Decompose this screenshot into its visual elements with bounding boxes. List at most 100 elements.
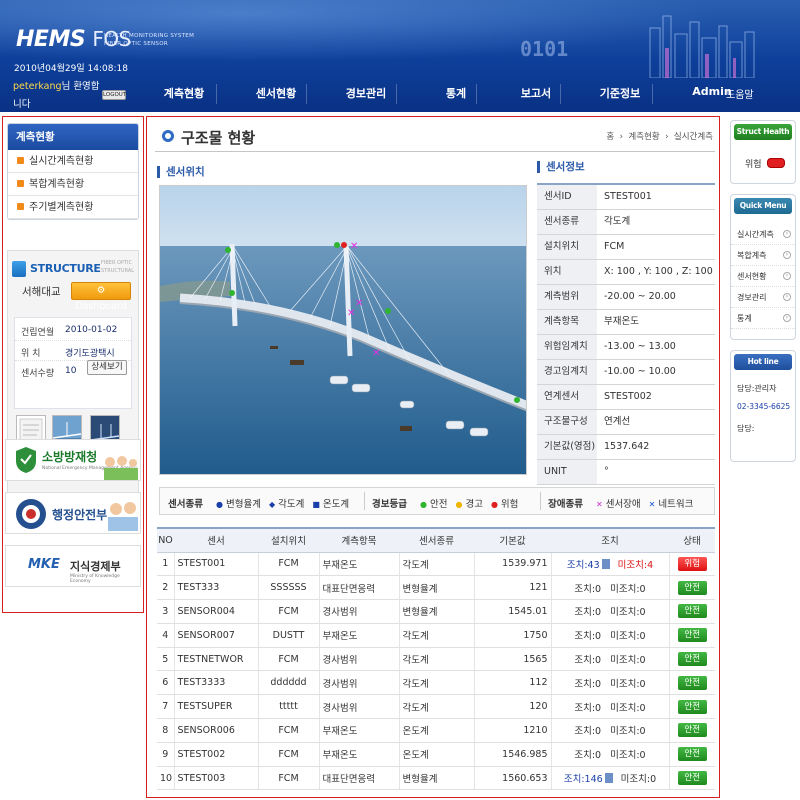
sensor-marker[interactable] <box>229 290 235 296</box>
action-count[interactable]: 조치:0 <box>574 655 601 666</box>
base-value: 1565 <box>473 647 551 672</box>
legend-alarm-label: 경보등급 <box>372 499 407 510</box>
nav-item-4[interactable]: 보고서 <box>496 85 576 101</box>
sidebar-item-0[interactable]: 실시간계측현황 <box>8 150 138 173</box>
sensor-marker[interactable] <box>514 397 520 403</box>
action-count[interactable]: 조치:0 <box>574 584 601 595</box>
status-badge[interactable]: 안전 <box>677 771 707 786</box>
nav-item-2[interactable]: 경보관리 <box>326 85 406 101</box>
action-count[interactable]: 조치:0 <box>574 726 601 737</box>
sensor-type: 각도계 <box>398 670 474 696</box>
sensor-marker[interactable] <box>385 308 391 314</box>
health-check-title: Struct Health Check <box>734 124 792 152</box>
sensor-fault-marker[interactable]: ✕ <box>372 348 380 359</box>
status-badge[interactable]: 안전 <box>677 747 707 762</box>
column-header: 조치 <box>551 527 669 553</box>
sensor-fault-marker[interactable]: ✕ <box>347 308 355 319</box>
status-badge[interactable]: 안전 <box>677 699 707 714</box>
sensor-info-value: STEST002 <box>604 391 652 402</box>
no-action-count[interactable]: 미조치:0 <box>610 631 645 642</box>
dashboard-button[interactable]: ⚙ Dashboard <box>71 282 131 312</box>
no-action-count[interactable]: 미조치:0 <box>610 655 645 666</box>
status-badge[interactable]: 안전 <box>677 675 707 690</box>
no-action-count[interactable]: 미조치:0 <box>610 607 645 618</box>
breadcrumb-home[interactable]: 홈 <box>606 132 614 142</box>
measure-item: 경사범위 <box>318 599 399 624</box>
banner-mopas[interactable]: 행정안전부 <box>5 492 141 534</box>
table-row[interactable]: 10 STEST003 FCM 대표단면응력 변형율계 1560.653 조치:146 미조치… <box>157 766 715 791</box>
quick-menu-title: Quick Menu <box>734 198 792 214</box>
no-action-count[interactable]: 미조치:0 <box>610 584 645 595</box>
sensor-info-value: -10.00 ~ 10.00 <box>604 366 676 377</box>
banner-nema[interactable]: 소방방재청 National Emergency Management Agen… <box>5 439 141 481</box>
sidebar-item-1[interactable]: 복합계측현황 <box>8 173 138 196</box>
column-header: 설치위치 <box>258 527 319 553</box>
sensor-fault-marker[interactable]: ✕ <box>350 241 358 252</box>
table-row[interactable]: 4 SENSOR007 DUSTT 부재온도 각도계 1750 조치:0 미조치:0 안전 <box>157 623 715 648</box>
table-row[interactable]: 1 STEST001 FCM 부재온도 각도계 1539.971 조치:43 미조치:4 위험 <box>157 552 715 577</box>
sensor-fault-marker[interactable]: ✕ <box>355 298 363 309</box>
install-location: SSSSSS <box>257 575 319 601</box>
table-row[interactable]: 9 STEST002 FCM 부재온도 온도계 1546.985 조치:0 미조치:0 안전 <box>157 742 715 767</box>
action-count[interactable]: 조치:146 <box>564 774 603 785</box>
section-sensor-info: 센서정보 <box>537 161 585 173</box>
nav-item-0[interactable]: 계측현황 <box>144 85 224 101</box>
action-count[interactable]: 조치:0 <box>574 679 601 690</box>
table-row[interactable]: 7 TESTSUPER ttttt 경사범위 각도계 120 조치:0 미조치:0 안전 <box>157 694 715 720</box>
no-action-count[interactable]: 미조치:0 <box>621 774 656 785</box>
quick-menu-item-2[interactable]: 센서현황 › <box>731 267 795 287</box>
action-count[interactable]: 조치:0 <box>574 607 601 618</box>
quick-menu-item-0[interactable]: 실시간계측 › <box>731 225 795 245</box>
table-row[interactable]: 5 TESTNETWOR FCM 경사범위 각도계 1565 조치:0 미조치:0 안전 <box>157 647 715 672</box>
sensor-type: 변형율계 <box>398 575 474 601</box>
action-count[interactable]: 조치:43 <box>567 560 600 571</box>
chevron-right-icon: › <box>783 230 791 238</box>
table-row[interactable]: 6 TEST3333 dddddd 경사범위 각도계 112 조치:0 미조치:0 안전 <box>157 670 715 696</box>
quick-menu-label: 센서현황 <box>737 272 767 281</box>
no-action-count[interactable]: 미조치:0 <box>610 750 645 761</box>
status-badge[interactable]: 안전 <box>677 652 707 667</box>
no-action-count[interactable]: 미조치:0 <box>610 679 645 690</box>
status-badge[interactable]: 안전 <box>677 723 707 738</box>
logout-button[interactable]: LOGOUT <box>102 90 126 100</box>
no-action-count[interactable]: 미조치:4 <box>618 560 653 571</box>
nav-separator <box>476 84 477 104</box>
sidebar-item-2[interactable]: 주기별계측현황 <box>8 196 138 219</box>
no-action-count[interactable]: 미조치:0 <box>610 703 645 714</box>
action-count[interactable]: 조치:0 <box>574 750 601 761</box>
action-count[interactable]: 조치:0 <box>574 631 601 642</box>
quick-menu-item-1[interactable]: 복합계측 › <box>731 246 795 266</box>
nav-item-5[interactable]: 기준정보 <box>580 85 660 101</box>
sensor-info-key: 위치 <box>537 260 597 284</box>
sensor-info-value: 1537.642 <box>604 441 650 452</box>
quick-menu-item-4[interactable]: 통계 › <box>731 309 795 329</box>
status-badge[interactable]: 안전 <box>677 628 707 643</box>
sensor-marker[interactable] <box>225 247 231 253</box>
detail-button[interactable]: 상세보기 <box>87 360 127 375</box>
quick-menu-item-3[interactable]: 경보관리 › <box>731 288 795 308</box>
no-action-count[interactable]: 미조치:0 <box>610 726 645 737</box>
table-row[interactable]: 2 TEST333 SSSSSS 대표단면응력 변형율계 121 조치:0 미조치:0 안전 <box>157 575 715 601</box>
nav-item-1[interactable]: 센서현황 <box>236 85 316 101</box>
bullet-icon <box>17 157 24 164</box>
nav-item-3[interactable]: 통계 <box>416 85 496 101</box>
row-number: 7 <box>157 694 174 720</box>
sensor-info-row: 계측범위 -20.00 ~ 20.00 <box>537 285 715 310</box>
help-link[interactable]: 도움말 <box>726 86 754 101</box>
table-row[interactable]: 8 SENSOR006 FCM 부재온도 온도계 1210 조치:0 미조치:0 안전 <box>157 718 715 743</box>
sensor-type: 변형율계 <box>398 766 474 791</box>
action-cell: 조치:0 미조치:0 <box>550 623 669 648</box>
banner-mke[interactable]: MKE 지식경제부 Ministry of Knowledge Economy <box>5 545 141 587</box>
breadcrumb-monitoring[interactable]: 계측현황 <box>628 132 659 142</box>
action-cell: 조치:0 미조치:0 <box>550 647 669 672</box>
status-badge[interactable]: 위험 <box>677 556 707 571</box>
table-row[interactable]: 3 SENSOR004 FCM 경사범위 변형율계 1545.01 조치:0 미조치:0 안전 <box>157 599 715 624</box>
legend-symbol-icon: ◆ <box>268 500 276 509</box>
status-badge[interactable]: 안전 <box>677 580 707 595</box>
action-count[interactable]: 조치:0 <box>574 703 601 714</box>
sensor-info-value: 부재온도 <box>604 316 639 327</box>
sensor-marker[interactable] <box>341 242 347 248</box>
base-value: 1545.01 <box>473 599 551 624</box>
status-badge[interactable]: 안전 <box>677 604 707 619</box>
sensor-marker[interactable] <box>334 242 340 248</box>
